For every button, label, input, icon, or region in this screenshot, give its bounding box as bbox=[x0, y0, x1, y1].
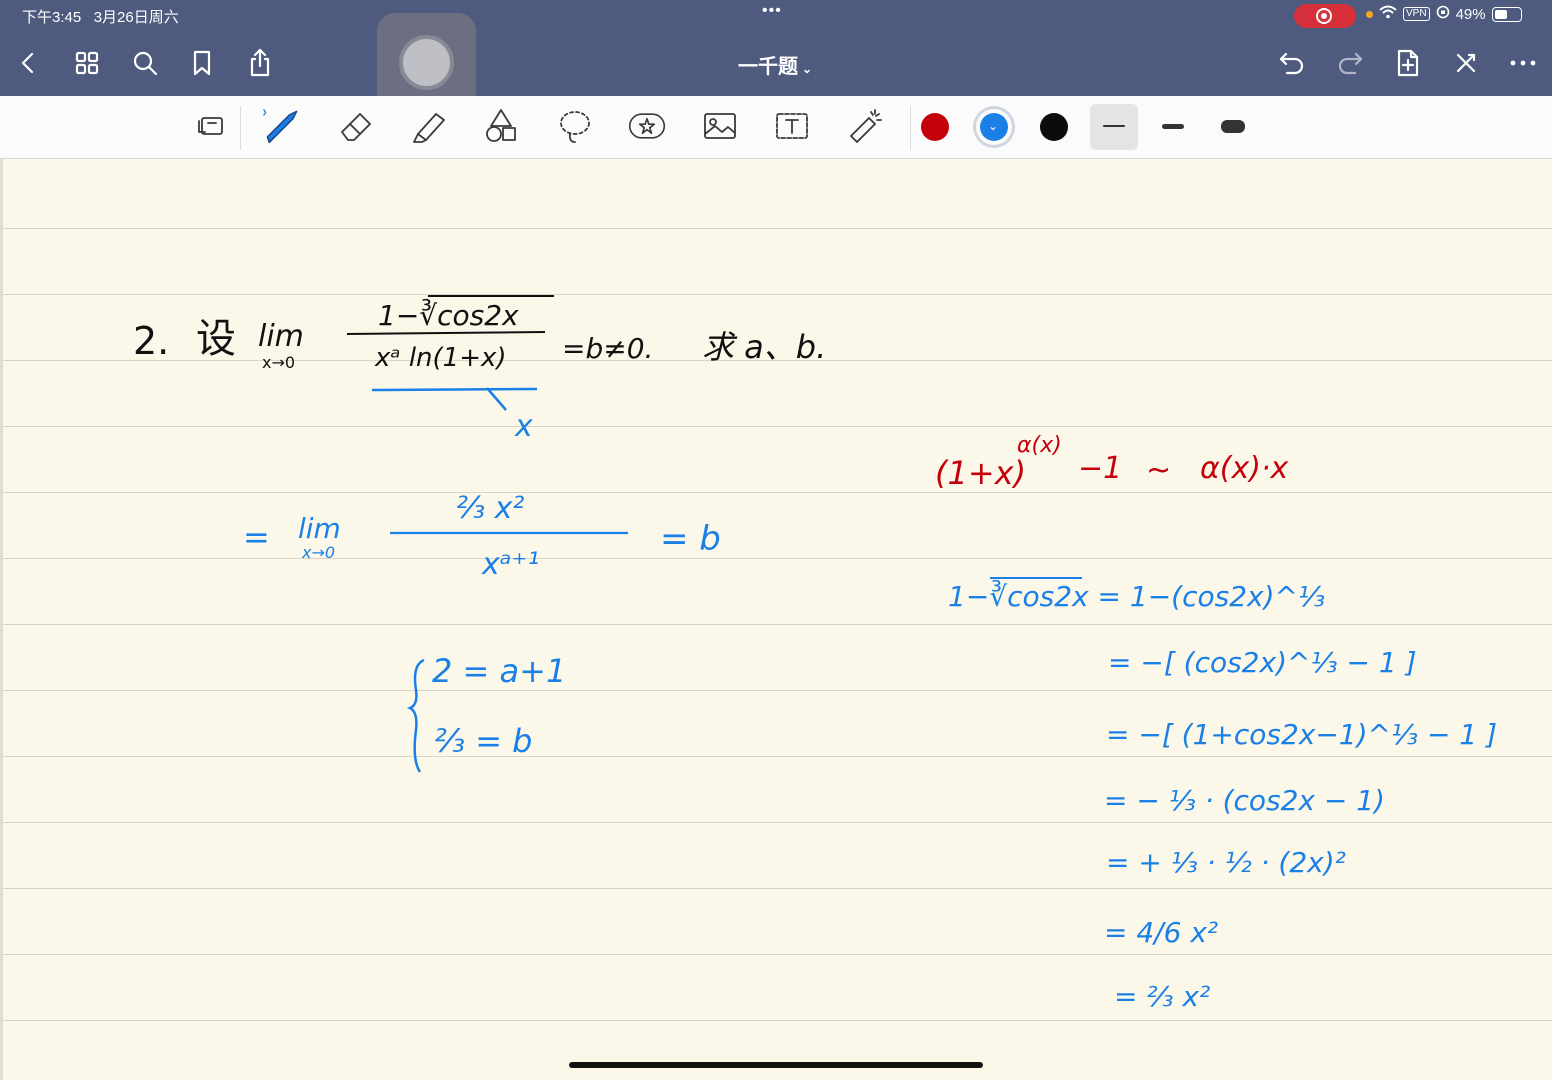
derivation-line-6: = 4/6 x² bbox=[1104, 916, 1218, 949]
problem-number: 2. bbox=[133, 319, 169, 363]
step1-sub: x→0 bbox=[301, 543, 335, 562]
derivation-line-3: = −[ (1+cos2x−1)^⅓ − 1 ] bbox=[1106, 718, 1497, 751]
step1-eq: = bbox=[243, 518, 270, 556]
equivalence-formula: (1+x) α(x) −1 ~ α(x)·x bbox=[935, 433, 1288, 492]
step1-result: = b bbox=[660, 519, 721, 559]
formula-left: (1+x) bbox=[935, 454, 1026, 492]
system-eq2: ⅔ = b bbox=[434, 722, 532, 760]
step1: = lim x→0 ⅔ x² xᵃ⁺¹ = b bbox=[243, 491, 721, 582]
derivation-line-1: 1−∛cos2x = 1−(cos2x)^⅓ bbox=[948, 579, 1325, 613]
numerator: 1−∛cos2x bbox=[378, 298, 519, 332]
replacement-text: x bbox=[514, 409, 533, 444]
derivation-line-2: = −[ (cos2x)^⅓ − 1 ] bbox=[1108, 646, 1417, 679]
lim-text: lim bbox=[258, 319, 304, 354]
setup-text: 设 bbox=[196, 316, 236, 362]
derivation-line-7: = ⅔ x² bbox=[1114, 980, 1210, 1013]
system-eq1: 2 = a+1 bbox=[432, 652, 566, 690]
denominator: xᵃ ln(1+x) bbox=[374, 343, 507, 373]
formula-right: α(x)·x bbox=[1200, 451, 1288, 486]
ask: 求 a、b. bbox=[702, 328, 826, 366]
underline-stroke bbox=[371, 387, 538, 392]
arrow-stroke bbox=[486, 387, 507, 411]
fraction-bar bbox=[346, 331, 546, 335]
home-indicator[interactable] bbox=[569, 1062, 983, 1068]
formula-minus: −1 bbox=[1078, 451, 1122, 486]
formula-approx: ~ bbox=[1146, 453, 1171, 488]
step1-numerator: ⅔ x² bbox=[456, 491, 524, 526]
condition: =b≠0. bbox=[562, 332, 653, 365]
lim-sub: x→0 bbox=[262, 353, 295, 372]
formula-exp: α(x) bbox=[1017, 433, 1062, 458]
step1-lim: lim bbox=[298, 512, 341, 545]
derivation: 1−∛cos2x = 1−(cos2x)^⅓ = −[ (cos2x)^⅓ − … bbox=[948, 579, 1497, 1013]
derivation-line-4: = − ⅓ · (cos2x − 1) bbox=[1104, 784, 1385, 817]
brace-stroke bbox=[406, 658, 425, 773]
handwriting-layer: 2. 设 lim x→0 1−∛cos2x xᵃ ln(1+x) =b≠0. 求… bbox=[133, 295, 1497, 1013]
step1-denominator: xᵃ⁺¹ bbox=[481, 547, 539, 582]
derivation-line-5: = + ⅓ · ½ · (2x)² bbox=[1106, 846, 1346, 879]
problem-statement: 2. 设 lim x→0 1−∛cos2x xᵃ ln(1+x) =b≠0. 求… bbox=[133, 298, 826, 373]
